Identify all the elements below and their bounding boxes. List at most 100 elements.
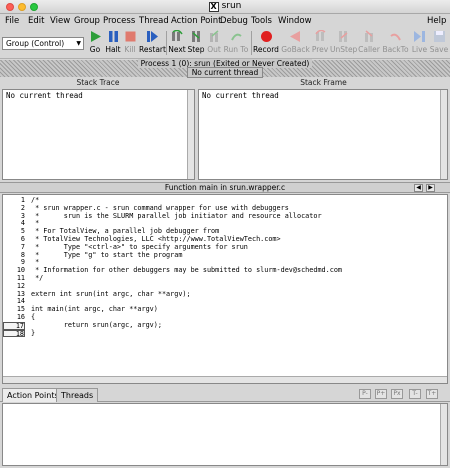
save-button[interactable]: Save [429,30,449,58]
line-number[interactable]: 16 [3,313,25,322]
out-label: Out [207,45,221,54]
go-back-icon [290,31,300,42]
run-to-label: Run To [223,45,249,54]
caller-label: Caller [358,45,380,54]
line-number-gutter[interactable]: 1 2 3 4 5 6 7 8 9 10 11 12 13 14 15 16 17 18 [3,195,29,375]
title-bar: Xsrun [0,0,450,14]
forward-arrow-icon[interactable]: ▶ [426,184,435,192]
pause-icon [108,31,118,42]
line-number[interactable]: 17 [3,321,25,330]
live-button[interactable]: Live [410,30,429,58]
goback-label: GoBack [281,45,310,54]
stack-trace-header: Stack Trace [76,78,120,87]
next-button[interactable]: Next [168,30,186,58]
thread-status-text: No current thread [186,67,264,78]
backto-button[interactable]: BackTo [381,30,410,58]
source-line: int main(int argc, char **argv) [31,305,158,314]
window-title-text: srun [221,1,242,11]
prev-icon [314,30,325,41]
source-line: return srun(argc, argv); [31,320,162,329]
live-icon [414,31,425,42]
stop-icon [125,31,135,42]
group-select[interactable]: Group (Control) ▼ [2,37,84,50]
prev-label: Prev [311,45,329,54]
menu-bar: File Edit View Group Process Thread Acti… [0,14,450,27]
run-to-button[interactable]: Run To [222,30,250,58]
px-button[interactable]: Px [391,389,403,399]
record-label: Record [253,45,279,54]
run-to-icon [230,33,242,41]
menu-file[interactable]: File [5,16,19,26]
step-over-icon [171,30,183,41]
action-points-pane[interactable] [2,403,448,466]
stack-frame-header: Stack Frame [300,78,347,87]
go-button[interactable]: Go [87,30,103,58]
source-header-text: Function main in srun.wrapper.c [164,183,286,192]
back-arrow-icon[interactable]: ◀ [414,184,423,192]
restart-icon [146,31,158,42]
source-line: * Information for other debuggers may be… [31,266,342,275]
source-line: */ [31,273,44,282]
unstep-button[interactable]: UnStep [330,30,357,58]
menu-tools[interactable]: Tools [251,16,272,26]
backto-label: BackTo [382,45,409,54]
menu-thread[interactable]: Thread [139,16,169,26]
menu-edit[interactable]: Edit [28,16,44,26]
t-minus-button[interactable]: T- [409,389,421,399]
action-points-scrollbar[interactable] [440,404,447,465]
line-number[interactable]: 18 [3,329,25,338]
unstep-icon [339,31,348,42]
stack-frame-pane[interactable]: No current thread [198,89,448,180]
tab-threads[interactable]: Threads [56,388,99,402]
p-minus-button[interactable]: P- [359,389,371,399]
restart-label: Restart [139,45,166,54]
menu-group[interactable]: Group [74,16,100,26]
record-icon [260,31,272,42]
go-label: Go [89,45,101,54]
stack-trace-scrollbar[interactable] [187,90,194,179]
source-line: } [31,328,36,337]
chevron-down-icon: ▼ [76,40,81,47]
window-title: Xsrun [0,1,450,12]
stack-trace-text: No current thread [6,91,83,100]
source-pane[interactable]: 1 2 3 4 5 6 7 8 9 10 11 12 13 14 15 16 17 18 /* * srun wr… [2,194,448,384]
live-label: Live [411,45,428,54]
source-horizontal-scrollbar[interactable] [3,376,447,383]
stack-frame-scrollbar[interactable] [440,90,447,179]
step-label: Step [187,45,205,54]
stack-frame-text: No current thread [202,91,279,100]
stack-trace-pane[interactable]: No current thread [2,89,195,180]
save-icon [433,31,445,42]
menu-help[interactable]: Help [427,16,446,26]
status-band: Process 1 (0): srun (Exited or Never Cre… [0,59,450,78]
menu-action-point[interactable]: Action Point [171,16,221,26]
source-code: /* * srun wrapper.c - srun command wrapp… [31,196,342,337]
goback-button[interactable]: GoBack [281,30,310,58]
back-to-icon [390,33,401,41]
caller-button[interactable]: Caller [357,30,381,58]
menu-view[interactable]: View [50,16,70,26]
unstep-label: UnStep [330,45,358,54]
bottom-tab-bar: Action Points Threads P- P+ Px T- T+ [0,386,450,402]
halt-button[interactable]: Halt [104,30,122,58]
group-select-value: Group (Control) [6,39,65,48]
out-button[interactable]: Out [206,30,222,58]
toolbar-separator [166,31,167,55]
step-button[interactable]: Step [186,30,206,58]
menu-debug[interactable]: Debug [220,16,248,26]
tab-action-points[interactable]: Action Points [2,388,64,402]
prev-button[interactable]: Prev [310,30,330,58]
source-line: * srun is the SLURM parallel job initiat… [31,211,322,220]
kill-button[interactable]: Kill [122,30,138,58]
menu-window[interactable]: Window [278,16,312,26]
menu-process[interactable]: Process [103,16,135,26]
toolbar: Group (Control) ▼ Go Halt Kill Restart N… [0,27,450,59]
source-line: * Type "g" to start the program [31,250,183,259]
play-icon [90,31,101,42]
t-plus-button[interactable]: T+ [426,389,438,399]
restart-button[interactable]: Restart [139,30,166,58]
record-button[interactable]: Record [253,30,279,58]
halt-label: Halt [105,45,121,54]
p-plus-button[interactable]: P+ [375,389,387,399]
kill-label: Kill [124,45,136,54]
